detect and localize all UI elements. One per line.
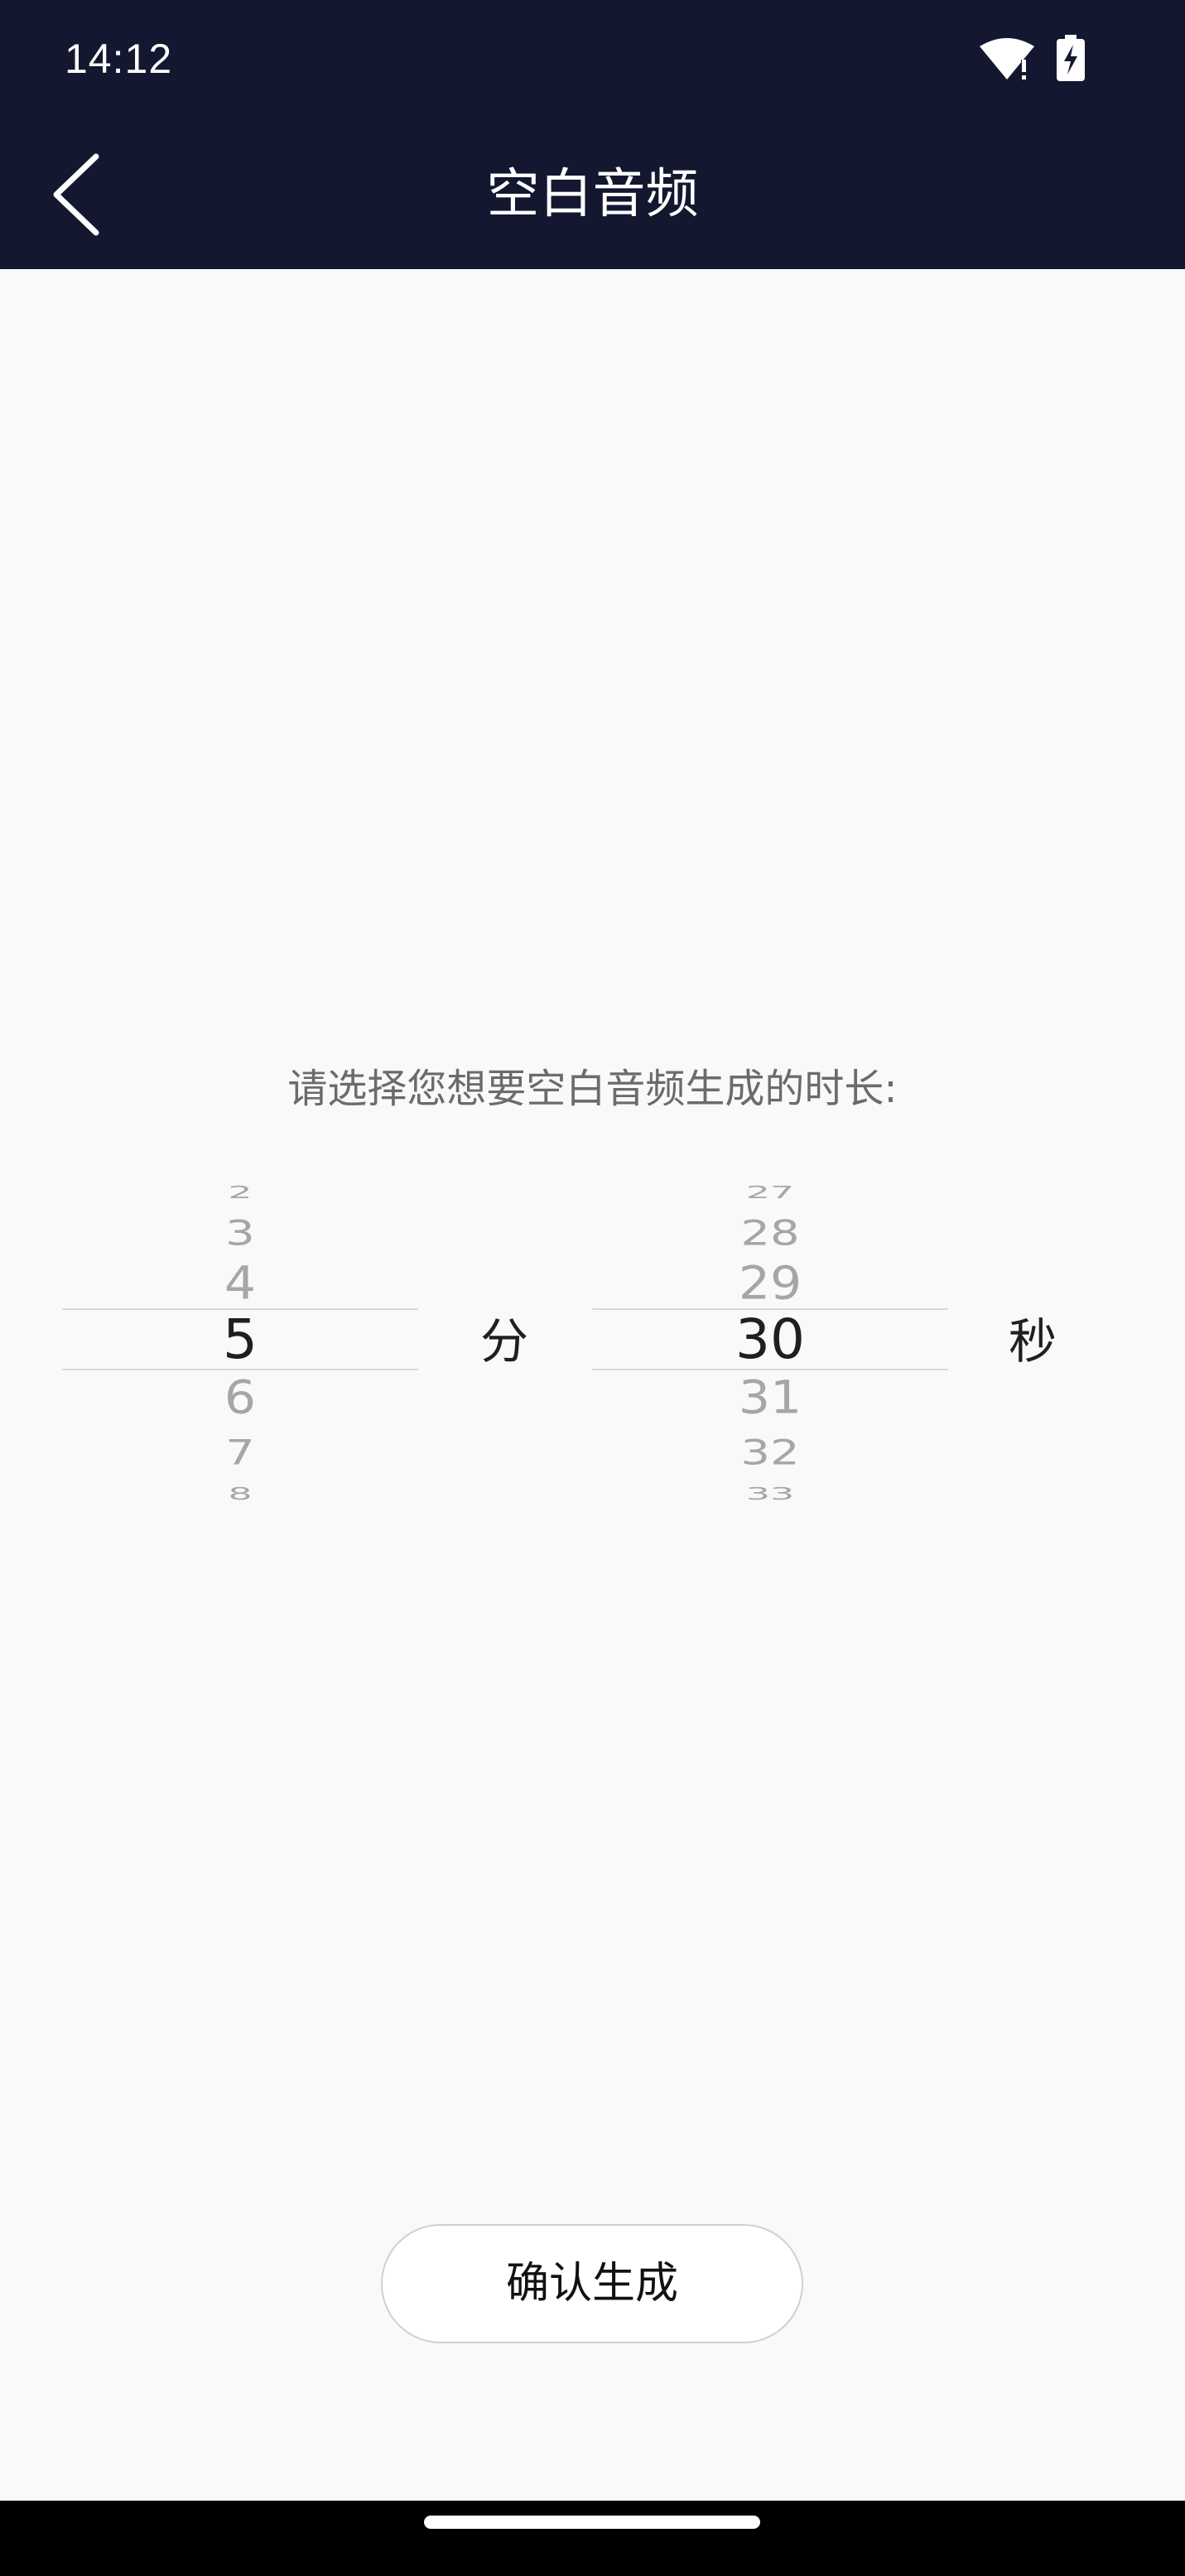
- seconds-option[interactable]: 32: [592, 1436, 948, 1471]
- seconds-picker[interactable]: 27 28 29 30 31 32 33: [592, 1180, 948, 1511]
- home-gesture-handle[interactable]: [424, 2516, 760, 2529]
- confirm-generate-button[interactable]: 确认生成: [381, 2224, 803, 2343]
- duration-prompt: 请选择您想要空白音频生成的时长:: [287, 1066, 898, 1112]
- picker-divider: [62, 1369, 418, 1370]
- minutes-selected[interactable]: 5: [62, 1311, 418, 1369]
- seconds-option[interactable]: 29: [592, 1260, 948, 1306]
- app-bar: 空白音频: [0, 120, 1185, 269]
- chevron-left-icon: [53, 153, 99, 236]
- status-icons: [978, 35, 1102, 83]
- wifi-alert-icon: [980, 38, 1034, 79]
- minutes-option[interactable]: 3: [62, 1216, 418, 1251]
- screen: 14:12 空白音频 请选择您想要空白音频生成的时长: 2 3 4 5 6 7 …: [0, 0, 1185, 2576]
- minutes-option[interactable]: 7: [62, 1436, 418, 1471]
- back-button[interactable]: [33, 145, 124, 244]
- picker-divider: [592, 1369, 948, 1370]
- status-bar: 14:12: [0, 0, 1185, 120]
- seconds-unit-label: 秒: [1009, 1313, 1057, 1370]
- battery-charging-icon: [1057, 35, 1085, 81]
- seconds-option[interactable]: 33: [592, 1485, 948, 1503]
- minutes-picker[interactable]: 2 3 4 5 6 7 8: [62, 1180, 418, 1511]
- seconds-selected[interactable]: 30: [592, 1311, 948, 1369]
- seconds-option[interactable]: 27: [592, 1184, 948, 1201]
- system-nav-bar: [0, 2501, 1185, 2576]
- minutes-option[interactable]: 8: [62, 1485, 418, 1503]
- page-title: 空白音频: [486, 164, 699, 225]
- status-time: 14:12: [65, 36, 173, 82]
- seconds-option[interactable]: 28: [592, 1216, 948, 1251]
- minutes-unit-label: 分: [480, 1313, 529, 1370]
- minutes-option[interactable]: 2: [62, 1184, 418, 1201]
- minutes-option[interactable]: 6: [62, 1375, 418, 1420]
- minutes-option[interactable]: 4: [62, 1260, 418, 1306]
- seconds-option[interactable]: 31: [592, 1375, 948, 1420]
